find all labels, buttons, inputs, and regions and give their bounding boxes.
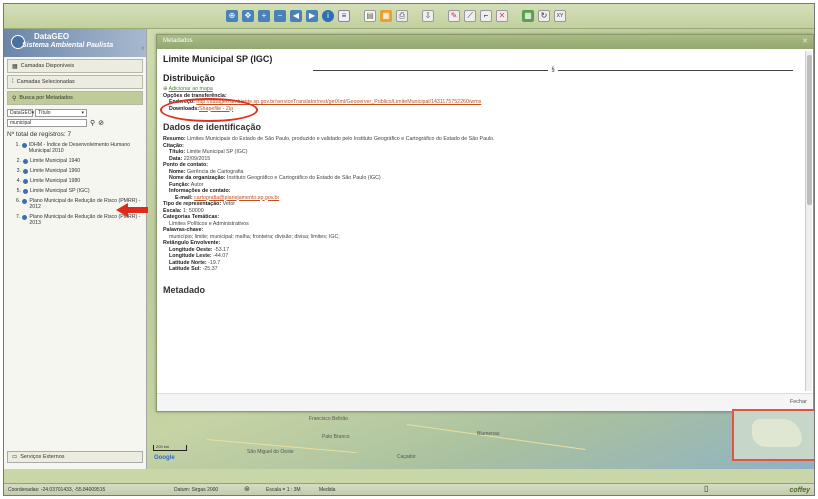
- measure-area-icon[interactable]: ⌐: [480, 10, 492, 22]
- search-icon: ⚲: [12, 95, 17, 102]
- overview-minimap[interactable]: [732, 409, 814, 461]
- close-icon[interactable]: ✕: [802, 37, 808, 45]
- document-icon[interactable]: ≡: [338, 10, 350, 22]
- next-extent-icon[interactable]: ▶: [306, 10, 318, 22]
- metadata-window: Metadados ✕ Limite Municipal SP (IGC) § …: [156, 34, 814, 412]
- chevron-down-icon: ▾: [81, 110, 84, 116]
- contact-email-link[interactable]: cartografia@planejamento.sp.gov.br: [194, 195, 279, 201]
- scale-readout: Escala = 1 : 3M: [266, 487, 301, 493]
- result-item[interactable]: 1. IDHM - Índice de Desenvolvimento Human…: [14, 142, 142, 154]
- legend-icon[interactable]: ▦: [380, 10, 392, 22]
- result-item[interactable]: 2. Limite Municipal 1940: [14, 158, 142, 164]
- map-label: Blumenau: [477, 431, 500, 437]
- layers-icon: ▦: [12, 63, 18, 70]
- search-input[interactable]: municipal: [7, 119, 87, 127]
- info-icon[interactable]: [22, 214, 28, 220]
- settings-icon[interactable]: ⊛: [244, 485, 250, 493]
- result-item[interactable]: 5. Limite Municipal SP (IGC): [14, 188, 142, 194]
- info-icon[interactable]: [23, 178, 28, 184]
- coffey-logo: coffey: [789, 487, 811, 494]
- refresh-icon[interactable]: ↻: [538, 10, 550, 22]
- edit-icon[interactable]: ✎: [448, 10, 460, 22]
- zoom-out-icon[interactable]: −: [274, 10, 286, 22]
- info-icon[interactable]: [21, 142, 27, 148]
- clear-search-icon[interactable]: ⊘: [98, 120, 104, 127]
- previous-extent-icon[interactable]: ◀: [290, 10, 302, 22]
- map-toolbar: ⊕ ✥ + − ◀ ▶ i ≡ ▤ ▦ ⎙ ⇩ ✎ ⟋ ⌐ ✕ ▦ ↻ XY: [4, 4, 814, 29]
- scale-label: 200 km: [156, 444, 170, 449]
- source-select[interactable]: DataGEO ▾: [7, 109, 35, 117]
- accordion-metadata-search[interactable]: ⚲ Busca por Metadados: [7, 91, 143, 105]
- metadata-heading: Metadado: [163, 284, 206, 295]
- eraser-icon[interactable]: ✕: [496, 10, 508, 22]
- zoom-in-icon[interactable]: +: [258, 10, 270, 22]
- add-to-map-link[interactable]: Adicionar ao mapa: [169, 86, 213, 92]
- export-icon[interactable]: ⇩: [422, 10, 434, 22]
- search-query-row: municipal ⚲ ⊘: [4, 119, 146, 127]
- metadata-window-header[interactable]: Metadados ✕: [157, 35, 813, 49]
- print-icon[interactable]: ⎙: [396, 10, 408, 22]
- layer-title: Limite Municipal SP (IGC): [163, 54, 273, 64]
- device-icon[interactable]: ▯: [704, 484, 708, 493]
- grid-icon[interactable]: ▦: [522, 10, 534, 22]
- search-button-icon[interactable]: ⚲: [90, 120, 95, 127]
- measure-line-icon[interactable]: ⟋: [464, 10, 476, 22]
- add-icon: ⊕: [163, 86, 168, 92]
- metadata-footer: Fechar: [157, 393, 813, 411]
- chevron-down-icon: ▾: [31, 110, 35, 116]
- field-select[interactable]: Título ▾: [35, 109, 87, 117]
- zoom-full-icon[interactable]: ⊕: [226, 10, 238, 22]
- distribution-heading: Distribuição: [163, 73, 216, 83]
- xy-coordinates-icon[interactable]: XY: [554, 10, 566, 22]
- status-bar: Coordenadas: -24.03701433, -55.84009515 …: [4, 483, 814, 495]
- map-label: Pato Branco: [322, 434, 350, 440]
- metadata-scrollbar[interactable]: [805, 51, 812, 391]
- left-panel: DataGEO Sistema Ambiental Paulista ‹ ▦ C…: [4, 29, 147, 469]
- external-services-button[interactable]: ▭ Serviços Externos: [7, 451, 143, 463]
- map-label: Francisco Beltrão: [309, 416, 348, 422]
- accordion-selected-layers[interactable]: ⁞ Camadas Selecionadas: [7, 75, 143, 89]
- info-icon[interactable]: i: [322, 10, 334, 22]
- results-count: Nº total de registros: 7: [7, 131, 72, 138]
- pan-icon[interactable]: ✥: [242, 10, 254, 22]
- result-item[interactable]: 3. Limite Municipal 1960: [14, 168, 142, 174]
- info-icon[interactable]: [22, 198, 28, 204]
- coordinates-readout: Coordenadas: -24.03701433, -55.84009515: [8, 487, 106, 493]
- red-arrow-annotation: [116, 203, 148, 217]
- monitor-icon: ▭: [12, 454, 18, 460]
- search-filters: DataGEO ▾ Título ▾: [4, 107, 146, 119]
- app-window: Francisco Beltrão Pato Branco São Miguel…: [3, 3, 815, 496]
- info-icon[interactable]: [23, 168, 28, 174]
- measure-readout[interactable]: Medida: [319, 487, 335, 493]
- info-icon[interactable]: [23, 188, 28, 194]
- map-label: São Miguel do Oeste: [247, 449, 294, 455]
- list-icon: ⁞: [12, 79, 14, 85]
- metadata-content: Limite Municipal SP (IGC) § Distribuição…: [157, 49, 803, 393]
- datum-readout: Datum: Sirgas 2000: [174, 487, 219, 493]
- identification-heading: Dados de identificação: [163, 122, 262, 132]
- accordion-available-layers[interactable]: ▦ Camadas Disponíveis: [7, 59, 143, 73]
- red-ellipse-annotation: [160, 98, 258, 122]
- map-label: Caçador: [397, 454, 416, 460]
- collapse-panel-icon[interactable]: ‹: [142, 45, 144, 52]
- info-icon[interactable]: [23, 158, 28, 164]
- google-logo: Google: [154, 455, 175, 461]
- table-icon[interactable]: ▤: [364, 10, 376, 22]
- close-button[interactable]: Fechar: [790, 399, 807, 405]
- result-item[interactable]: 4. Limite Municipal 1980: [14, 178, 142, 184]
- datageo-logo: DataGEO Sistema Ambiental Paulista ‹: [4, 29, 146, 57]
